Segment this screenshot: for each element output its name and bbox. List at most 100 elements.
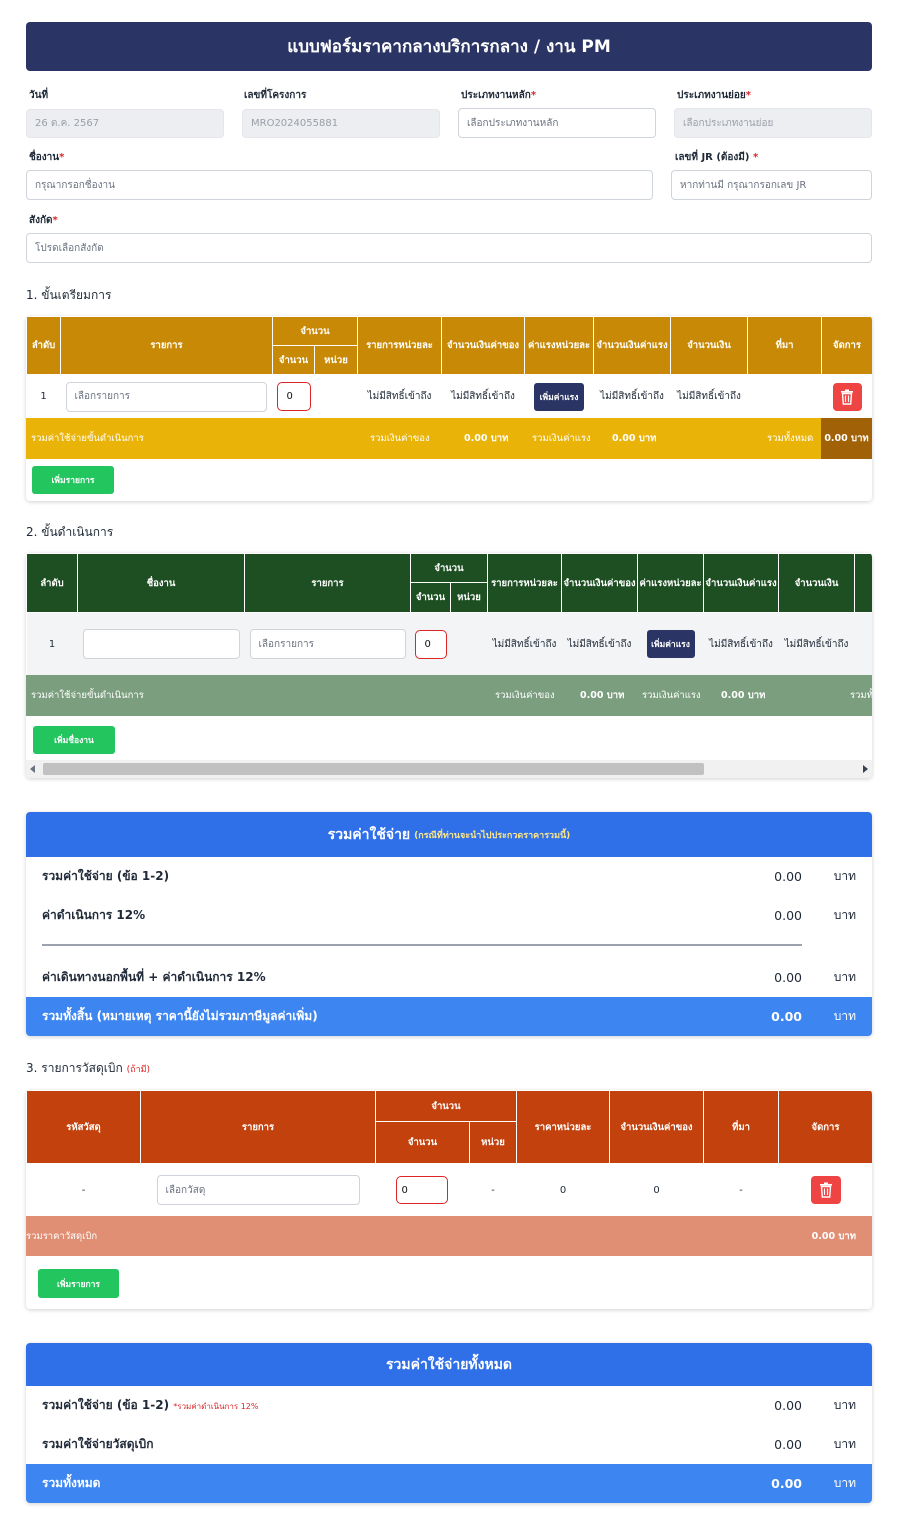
sub-type-label: ประเภทงานย่อย* [677, 90, 751, 101]
scrollbar-thumb[interactable] [43, 763, 704, 775]
col-total-amount: จำนวนเงิน [778, 553, 856, 613]
col-manage: จัดการ [778, 1090, 872, 1164]
sub-type-select[interactable]: เลือกประเภทงานย่อย [674, 108, 872, 138]
grand-total-label-partial: รวมทั้ [850, 690, 872, 701]
table-row: 1 เลือกรายการ 0 ไม่มีสิทธิ์เข้าถึง ไม่มี… [26, 612, 872, 676]
delete-button[interactable] [832, 382, 862, 411]
section2-table: ลำดับ ชื่องาน รายการ จำนวน รายการหน่วยละ… [26, 553, 872, 676]
labor-amount-value: ไม่มีสิทธิ์เข้าถึง [600, 391, 664, 403]
section2-title: 2. ขั้นดำเนินการ [26, 525, 114, 539]
section2-summary: รวมค่าใช้จ่ายขั้นดำเนินการ รวมเงินค่าของ… [26, 675, 872, 716]
col-item: รายการ [60, 316, 273, 375]
item-per-unit-value: ไม่มีสิทธิ์เข้าถึง [367, 391, 432, 403]
material-total-label: รวมเงินค่าของ [495, 690, 555, 701]
grand-row-unit: บาท [833, 1398, 856, 1412]
section3-title: 3. รายการวัสดุเบิก (ถ้ามี) [26, 1059, 150, 1078]
section2-card: ลำดับ ชื่องาน รายการ จำนวน รายการหน่วยละ… [26, 553, 872, 778]
table-row: - เลือกวัสดุ 0 - 0 0 - [27, 1164, 873, 1217]
trash-icon [841, 389, 854, 405]
col-manage: จัดการ [821, 316, 872, 375]
section2-scroll-area[interactable]: ลำดับ ชื่องาน รายการ จำนวน รายการหน่วยละ… [26, 553, 872, 759]
summary-label: รวมค่าใช้จ่ายขั้นดำเนินการ [31, 690, 144, 701]
job-name-row-input[interactable] [82, 629, 240, 660]
delete-button[interactable] [810, 1176, 841, 1205]
expense-summary-header: รวมค่าใช้จ่าย (กรณีที่ท่านจะนำไปประกวดรา… [26, 812, 872, 857]
item-select[interactable]: เลือกรายการ [249, 629, 406, 660]
job-name-input[interactable]: กรุณากรอกชื่องาน [26, 170, 653, 200]
table-row: 1 เลือกรายการ 0 ไม่มีสิทธิ์เข้าถึง ไม่มี… [27, 375, 873, 419]
divider [42, 944, 802, 946]
price-per-unit-value: 0 [559, 1184, 567, 1196]
expense-row-label: ค่าดำเนินการ 12% [42, 908, 146, 922]
add-labor-button[interactable]: เพิ่มค่าแรง [646, 630, 695, 659]
add-material-button[interactable]: เพิ่มรายการ [38, 1269, 119, 1298]
col-qty-group: จำนวน [409, 553, 489, 583]
col-labor-amount: จำนวนเงินค่าแรง [593, 316, 672, 375]
add-job-button[interactable]: เพิ่มชื่องาน [33, 726, 115, 754]
expense-row-unit: บาท [833, 869, 856, 883]
section1-summary: รวมค่าใช้จ่ายขั้นดำเนินการ รวมเงินค่าของ… [26, 418, 872, 459]
col-code: รหัสวัสดุ [26, 1090, 141, 1164]
grand-row: รวมค่าใช้จ่าย (ข้อ 1-2) *รวมค่าดำเนินการ… [26, 1386, 872, 1425]
job-name-label: ชื่องาน* [29, 152, 65, 163]
section3-summary: รวมราคาวัสดุเบิก 0.00 บาท [26, 1216, 872, 1256]
expense-row-unit: บาท [833, 969, 856, 984]
row-no: 1 [40, 391, 47, 403]
expense-grand-unit: บาท [833, 1009, 856, 1023]
material-amount-value: ไม่มีสิทธิ์เข้าถึง [567, 638, 632, 650]
expense-row: ค่าเดินทางนอกพื้นที่ + ค่าดำเนินการ 12% … [26, 958, 872, 996]
date-field: 26 ต.ค. 2567 [26, 109, 224, 138]
summary-label: รวมค่าใช้จ่ายขั้นดำเนินการ [31, 433, 144, 444]
expense-grand-value: 0.00 [771, 1009, 802, 1024]
col-total-amount: จำนวนเงิน [670, 316, 749, 375]
main-type-select[interactable]: เลือกประเภทงานหลัก [458, 108, 656, 138]
qty-input[interactable]: 0 [276, 382, 311, 412]
total-amount-value: ไม่มีสิทธิ์เข้าถึง [784, 638, 849, 650]
col-material-amount: จำนวนเงินค่าของ [561, 553, 639, 613]
scroll-right-icon[interactable] [863, 765, 868, 773]
col-material-amount: จำนวนเงินค่าของ [441, 316, 526, 375]
expense-summary-subtitle: (กรณีที่ท่านจะนำไปประกวดราคารวมนี้) [414, 830, 571, 841]
col-material-amount: จำนวนเงินค่าของ [609, 1090, 705, 1164]
jr-input[interactable]: หากท่านมี กรุณากรอกเลข JR [671, 170, 872, 200]
page-title: แบบฟอร์มราคากลางบริการกลาง / งาน PM [26, 22, 872, 71]
qty-input[interactable]: 0 [395, 1176, 448, 1205]
summary-value: 0.00 บาท [811, 1230, 856, 1242]
col-job-name: ชื่องาน [77, 553, 245, 613]
project-no-field: MRO2024055881 [242, 109, 440, 138]
material-select[interactable]: เลือกวัสดุ [156, 1175, 360, 1206]
grand-total-label: รวมทั้งหมด [767, 433, 814, 444]
grand-summary-card: รวมค่าใช้จ่ายทั้งหมด รวมค่าใช้จ่าย (ข้อ … [26, 1343, 872, 1503]
expense-row-label: ค่าเดินทางนอกพื้นที่ + ค่าดำเนินการ 12% [42, 969, 266, 984]
col-extra [854, 553, 872, 613]
section3-title-text: 3. รายการวัสดุเบิก [26, 1061, 123, 1075]
affiliation-select[interactable]: โปรดเลือกสังกัด [26, 233, 872, 263]
scroll-left-icon[interactable] [30, 765, 35, 773]
add-item-button[interactable]: เพิ่มรายการ [32, 466, 114, 494]
horizontal-scrollbar[interactable] [26, 760, 872, 778]
material-total-value: 0.00 บาท [580, 690, 625, 701]
source-value: - [739, 1184, 743, 1196]
expense-summary-title: รวมค่าใช้จ่าย [327, 826, 411, 843]
col-qty: จำนวน [410, 582, 451, 613]
col-qty: จำนวน [375, 1121, 470, 1164]
section3-table: รหัสวัสดุ รายการ จำนวน ราคาหน่วยละ จำนวน… [26, 1090, 872, 1217]
project-no-label: เลขที่โครงการ [244, 90, 307, 101]
col-item-per-unit: รายการหน่วยละ [357, 316, 443, 375]
total-amount-value: ไม่มีสิทธิ์เข้าถึง [677, 391, 741, 403]
col-price-per-unit: ราคาหน่วยละ [516, 1090, 611, 1164]
grand-row-unit: บาท [833, 1437, 856, 1451]
affiliation-label: สังกัด* [29, 215, 58, 226]
trash-icon [819, 1182, 832, 1198]
grand-total-cell: 0.00 บาท [821, 418, 872, 459]
unit-value: - [491, 1184, 495, 1196]
section1-card: ลำดับ รายการ จำนวน รายการหน่วยละ จำนวนเง… [26, 316, 872, 501]
col-source: ที่มา [703, 1090, 780, 1164]
grand-row-value: 0.00 [774, 1398, 802, 1413]
main-type-label: ประเภทงานหลัก* [461, 90, 537, 101]
item-select[interactable]: เลือกรายการ [65, 381, 267, 412]
grand-total-value: 0.00 [771, 1476, 802, 1491]
qty-input[interactable]: 0 [414, 629, 447, 659]
expense-row-label: รวมค่าใช้จ่าย (ข้อ 1-2) [42, 869, 170, 883]
add-labor-button[interactable]: เพิ่มค่าแรง [534, 382, 585, 411]
